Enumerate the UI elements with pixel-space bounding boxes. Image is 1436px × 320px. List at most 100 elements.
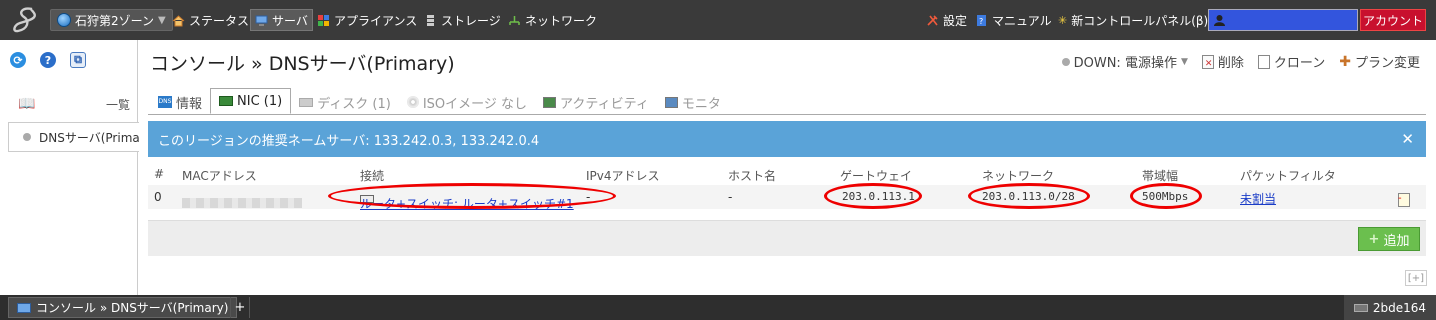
nic-icon — [219, 96, 234, 106]
display-icon — [664, 96, 678, 108]
delete-button[interactable]: ✕ 削除 — [1201, 52, 1244, 71]
sidebar-item-dns-server[interactable]: DNSサーバ(Primary) — [8, 122, 139, 152]
status-dot-icon — [23, 133, 31, 141]
nav-storage-label: ストレージ — [441, 13, 501, 28]
plan-change-label: プラン変更 — [1354, 56, 1420, 71]
add-button[interactable]: + 追加 — [1358, 227, 1420, 251]
notice-text: このリージョンの推奨ネームサーバ: 133.242.0.3, 133.242.0… — [158, 133, 540, 149]
monitor-icon — [543, 96, 557, 108]
nav-status[interactable]: ステータス — [172, 10, 249, 30]
list-header[interactable]: 📖 一覧 — [0, 92, 138, 116]
chevron-down-icon: ▼ — [1180, 56, 1188, 67]
help-icon[interactable]: ? — [40, 52, 56, 68]
col-mac: MACアドレス — [182, 169, 257, 183]
user-menu[interactable] — [1208, 9, 1358, 31]
tab-disk[interactable]: ディスク (1) — [291, 90, 399, 114]
keyboard-icon — [1353, 303, 1368, 312]
sidebar: ⟳ ? ⧉ 📖 一覧 DNSサーバ(Primary) — [0, 40, 139, 295]
zone-label: 石狩第2ゾーン — [75, 13, 155, 28]
tab-activity-label: アクティビティ — [560, 96, 649, 112]
house-icon — [172, 14, 185, 26]
console-tab[interactable]: コンソール » DNSサーバ(Primary) — [8, 297, 238, 318]
col-gateway: ゲートウェイ — [840, 169, 913, 183]
help-book-icon: ? — [977, 14, 986, 26]
settings-label: 設定 — [943, 13, 968, 28]
delete-label: 削除 — [1217, 56, 1244, 71]
action-bar: DOWN: 電源操作 ▼ ✕ 削除 クローン ✚ プラン変更 — [1061, 52, 1420, 72]
globe-icon — [57, 13, 71, 27]
new-tab-button[interactable]: + — [230, 297, 250, 318]
settings-link[interactable]: 設定 — [926, 10, 967, 30]
clone-label: クローン — [1273, 56, 1326, 71]
clone-icon — [1257, 54, 1270, 69]
highlight-bandwidth — [1130, 183, 1202, 209]
table-row: 0 ルータ+スイッチ: ルータ+スイッチ#1 - - 203.0.113.1 2… — [148, 183, 1426, 211]
top-bar: 石狩第2ゾーン ▼ ステータス サーバ アプライアンス ストレージ ネットワーク… — [0, 0, 1436, 40]
server-icon — [255, 15, 268, 26]
nav-server[interactable]: サーバ — [250, 9, 313, 31]
nav-network-label: ネットワーク — [525, 13, 598, 28]
cell-hostname: - — [728, 190, 733, 204]
sidebar-item-label: DNSサーバ(Primary) — [39, 130, 139, 145]
appliance-icon — [318, 14, 329, 26]
table-header: # MACアドレス 接続 IPv4アドレス ホスト名 ゲートウェイ ネットワーク… — [148, 163, 1426, 185]
nav-network[interactable]: ネットワーク — [508, 10, 597, 30]
console-tab-label: コンソール » DNSサーバ(Primary) — [36, 301, 229, 315]
nav-storage[interactable]: ストレージ — [424, 10, 501, 30]
user-icon — [1214, 14, 1225, 26]
tab-divider — [148, 114, 1426, 115]
new-panel-link[interactable]: ✳ 新コントロールパネル(β) — [1058, 10, 1208, 30]
status-dot-icon — [1061, 57, 1070, 66]
page-title: コンソール » DNSサーバ(Primary) — [150, 53, 455, 75]
new-panel-label: 新コントロールパネル(β) — [1071, 13, 1209, 28]
logo-icon[interactable] — [8, 5, 44, 35]
add-label: 追加 — [1383, 233, 1410, 249]
chevron-down-icon: ▼ — [158, 14, 166, 26]
plus-icon: + — [1368, 231, 1380, 247]
zone-selector[interactable]: 石狩第2ゾーン ▼ — [50, 9, 173, 31]
tab-iso[interactable]: ISOイメージ なし — [399, 90, 535, 114]
cell-num: 0 — [154, 190, 162, 204]
expand-toggle[interactable]: [+] — [1405, 270, 1427, 286]
tab-monitor-label: モニタ — [681, 96, 721, 112]
manual-label: マニュアル — [992, 13, 1052, 28]
packet-filter-link[interactable]: 未割当 — [1240, 190, 1276, 207]
window-icon[interactable]: ⧉ — [70, 52, 86, 68]
book-icon: 📖 — [18, 96, 36, 112]
nav-status-label: ステータス — [189, 13, 250, 28]
nic-table: # MACアドレス 接続 IPv4アドレス ホスト名 ゲートウェイ ネットワーク… — [148, 163, 1426, 211]
plan-change-button[interactable]: ✚ プラン変更 — [1339, 52, 1420, 72]
tab-monitor[interactable]: モニタ — [657, 90, 729, 114]
highlight-connection — [328, 183, 616, 209]
close-icon[interactable]: ✕ — [1401, 130, 1414, 148]
tab-nic-label: NIC (1) — [237, 93, 283, 109]
tab-nic[interactable]: NIC (1) — [210, 88, 292, 114]
session-id: 2bde164 — [1343, 295, 1436, 320]
tab-iso-label: ISOイメージ なし — [422, 96, 528, 112]
svg-text:?: ? — [979, 17, 983, 26]
power-menu[interactable]: DOWN: 電源操作 ▼ — [1061, 52, 1188, 71]
col-filter: パケットフィルタ — [1240, 169, 1336, 183]
account-button[interactable]: アカウント — [1360, 9, 1426, 31]
tab-bar: DNS 情報 NIC (1) ディスク (1) ISOイメージ なし アクティビ… — [150, 88, 729, 114]
list-label: 一覧 — [105, 97, 130, 112]
nameserver-notice: このリージョンの推奨ネームサーバ: 133.242.0.3, 133.242.0… — [148, 121, 1426, 157]
refresh-icon[interactable]: ⟳ — [10, 52, 26, 68]
table-footer: + 追加 — [148, 220, 1426, 256]
signpost-icon: ✚ — [1339, 53, 1351, 70]
delete-icon: ✕ — [1201, 54, 1214, 69]
col-num: # — [154, 167, 165, 181]
tab-info[interactable]: DNS 情報 — [150, 90, 210, 114]
cd-icon — [406, 96, 419, 108]
manual-link[interactable]: ? マニュアル — [975, 10, 1052, 30]
nav-server-label: サーバ — [272, 13, 308, 28]
nav-appliance[interactable]: アプライアンス — [317, 10, 417, 30]
tab-info-label: 情報 — [176, 96, 203, 112]
tools-icon — [927, 14, 938, 26]
tab-activity[interactable]: アクティビティ — [535, 90, 657, 114]
nav-appliance-label: アプライアンス — [334, 13, 418, 28]
clone-button[interactable]: クローン — [1257, 52, 1326, 71]
col-network: ネットワーク — [982, 169, 1055, 183]
network-icon — [509, 15, 520, 25]
disk-icon — [299, 97, 314, 107]
